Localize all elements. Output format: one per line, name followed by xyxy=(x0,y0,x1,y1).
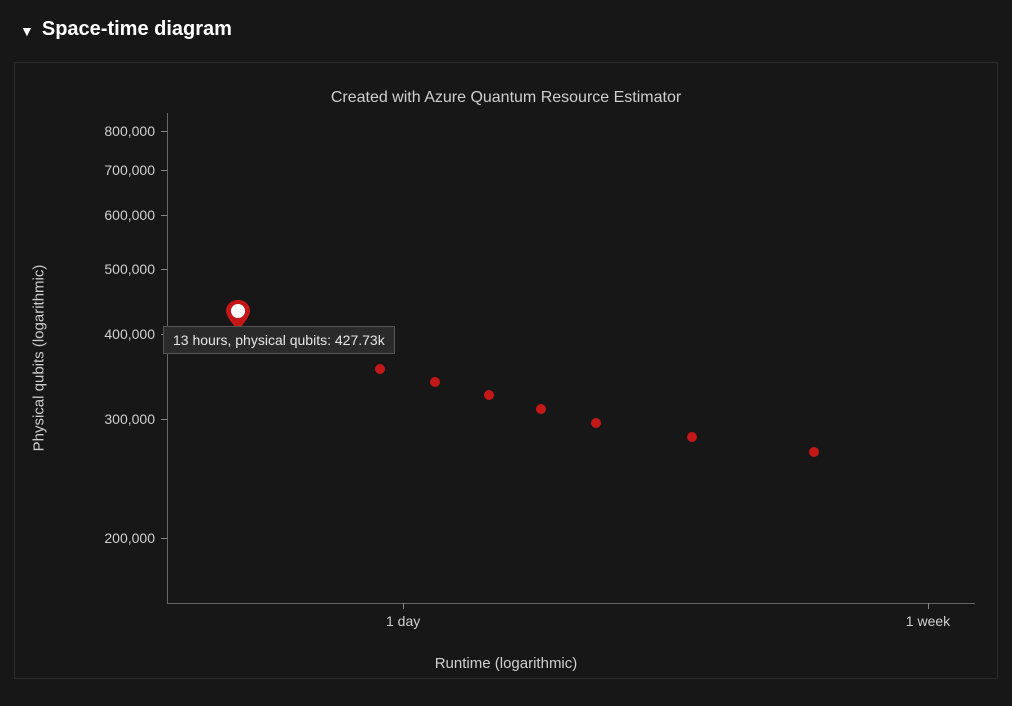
chevron-down-icon: ▼ xyxy=(20,23,34,39)
chart-y-axis-label: Physical qubits (logarithmic) xyxy=(31,265,48,452)
y-tick-mark xyxy=(161,538,167,539)
x-tick-mark xyxy=(403,603,404,609)
chart-tooltip: 13 hours, physical qubits: 427.73k xyxy=(163,326,395,354)
y-tick-mark xyxy=(161,269,167,270)
data-point[interactable] xyxy=(591,418,601,428)
spacetime-chart-panel: Created with Azure Quantum Resource Esti… xyxy=(14,62,998,679)
data-point[interactable] xyxy=(430,377,440,387)
y-tick-label: 600,000 xyxy=(15,207,155,223)
y-tick-mark xyxy=(161,215,167,216)
y-tick-label: 200,000 xyxy=(15,530,155,546)
section-title: Space-time diagram xyxy=(42,18,232,41)
data-point[interactable] xyxy=(484,390,494,400)
data-point[interactable] xyxy=(687,432,697,442)
y-tick-mark xyxy=(161,419,167,420)
x-axis-line xyxy=(167,603,975,604)
y-tick-label: 700,000 xyxy=(15,162,155,178)
chart-x-axis-label: Runtime (logarithmic) xyxy=(435,655,578,672)
y-tick-mark xyxy=(161,131,167,132)
x-tick-mark xyxy=(928,603,929,609)
data-point[interactable] xyxy=(809,447,819,457)
data-point[interactable] xyxy=(536,404,546,414)
x-tick-label: 1 week xyxy=(906,613,950,629)
x-tick-label: 1 day xyxy=(386,613,420,629)
chart-plot-area[interactable]: 200,000300,000400,000500,000600,000700,0… xyxy=(15,63,997,678)
y-axis-line xyxy=(167,113,168,603)
y-tick-label: 800,000 xyxy=(15,123,155,139)
data-point[interactable] xyxy=(375,364,385,374)
section-header[interactable]: ▼ Space-time diagram xyxy=(20,18,232,41)
y-tick-mark xyxy=(161,170,167,171)
